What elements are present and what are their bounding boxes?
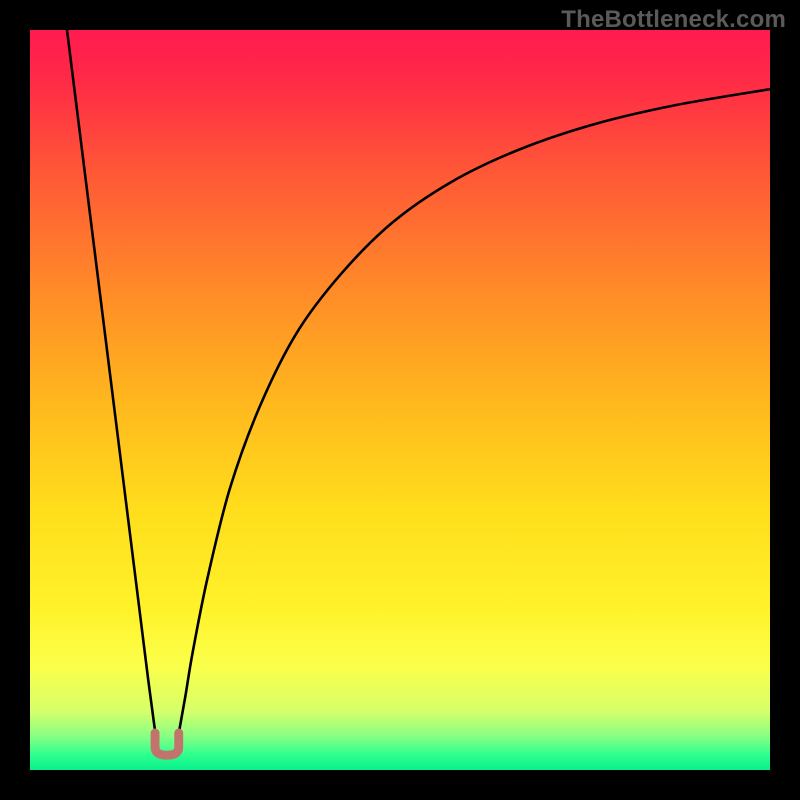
plot-area — [30, 30, 770, 770]
series-curve-right — [175, 89, 770, 753]
trough-marker — [155, 733, 179, 755]
curve-layer — [30, 30, 770, 770]
chart-frame: TheBottleneck.com — [0, 0, 800, 800]
series-curve-left — [67, 30, 159, 753]
